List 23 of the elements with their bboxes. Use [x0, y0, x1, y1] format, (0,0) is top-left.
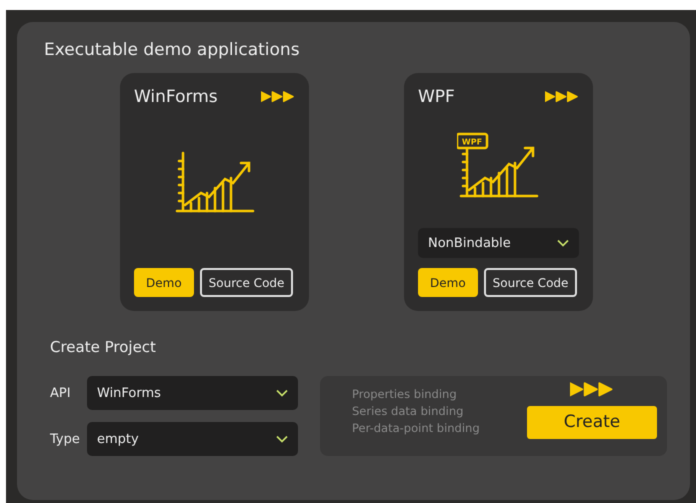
triple-arrow-icon: [570, 382, 614, 397]
section-title: Create Project: [50, 338, 157, 356]
variant-dropdown[interactable]: NonBindable: [418, 228, 579, 258]
binding-option: Per-data-point binding: [352, 421, 480, 435]
dropdown[interactable]: empty: [87, 422, 298, 456]
source-code-button[interactable]: Source Code: [484, 268, 578, 297]
section-title: Executable demo applications: [44, 40, 301, 60]
create-button[interactable]: Create: [527, 406, 657, 439]
binding-option: Properties binding: [352, 387, 480, 401]
chevron-down-icon: [557, 239, 569, 247]
demo-button[interactable]: Demo: [134, 268, 194, 297]
field-label: API: [50, 386, 72, 400]
binding-option: Series data binding: [352, 404, 480, 418]
source-code-button[interactable]: Source Code: [200, 268, 294, 297]
triple-arrow-icon: [545, 91, 579, 103]
field-label: Type: [50, 432, 81, 446]
chevron-down-icon: [276, 435, 288, 443]
demo-button[interactable]: Demo: [418, 268, 478, 297]
dropdown[interactable]: WinForms: [87, 376, 298, 410]
chevron-down-icon: [276, 389, 288, 397]
card-title: WinForms: [134, 87, 218, 107]
card-title: WPF: [418, 87, 455, 107]
triple-arrow-icon: [261, 91, 295, 103]
